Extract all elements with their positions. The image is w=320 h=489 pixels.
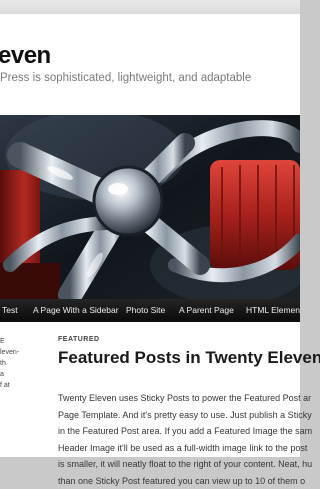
page: even Press is sophisticated, lightweight… (0, 14, 300, 457)
post-content: Twenty Eleven uses Sticky Posts to power… (58, 390, 312, 489)
site-description: Press is sophisticated, lightweight, and… (0, 72, 300, 84)
post-text-line: than one Sticky Post featured you can vi… (58, 473, 312, 489)
post-title[interactable]: Featured Posts in Twenty Eleven (58, 348, 320, 368)
post-text-line: is smaller, it will neatly float to the … (58, 456, 312, 473)
nav-item-photo-site[interactable]: Photo Site (126, 299, 165, 322)
post-text-line: Twenty Eleven uses Sticky Posts to power… (58, 390, 312, 407)
post-text-line: Header Image it'll be used as a full-wid… (58, 440, 312, 457)
sidebar-line: a (0, 369, 22, 380)
sidebar-line: th (0, 358, 22, 369)
header-image-graphic (0, 115, 300, 299)
featured-post: FEATURED Featured Posts in Twenty Eleven… (58, 336, 300, 343)
sidebar-line: f at (0, 380, 22, 391)
nav-item-html-elements[interactable]: HTML Elements (246, 299, 300, 322)
header-image[interactable] (0, 115, 300, 299)
post-text-line: Page Template. And it's pretty easy to u… (58, 407, 312, 424)
sidebar-line: leven- (0, 347, 22, 358)
nav-item-a-page-with-a-sidebar[interactable]: A Page With a Sidebar (33, 299, 119, 322)
main-navigation: Test A Page With a Sidebar Photo Site A … (0, 299, 300, 322)
site-title[interactable]: even (0, 42, 51, 70)
browser-top-strip (0, 0, 300, 14)
nav-item-test[interactable]: Test (2, 299, 18, 322)
featured-label: FEATURED (58, 336, 300, 343)
sidebar-line: E (0, 336, 22, 347)
nav-item-a-parent-page[interactable]: A Parent Page (179, 299, 234, 322)
sidebar-widget-fragment: E leven- th a f at (0, 336, 22, 391)
post-text-line: in the Featured Post area. If you add a … (58, 423, 312, 440)
